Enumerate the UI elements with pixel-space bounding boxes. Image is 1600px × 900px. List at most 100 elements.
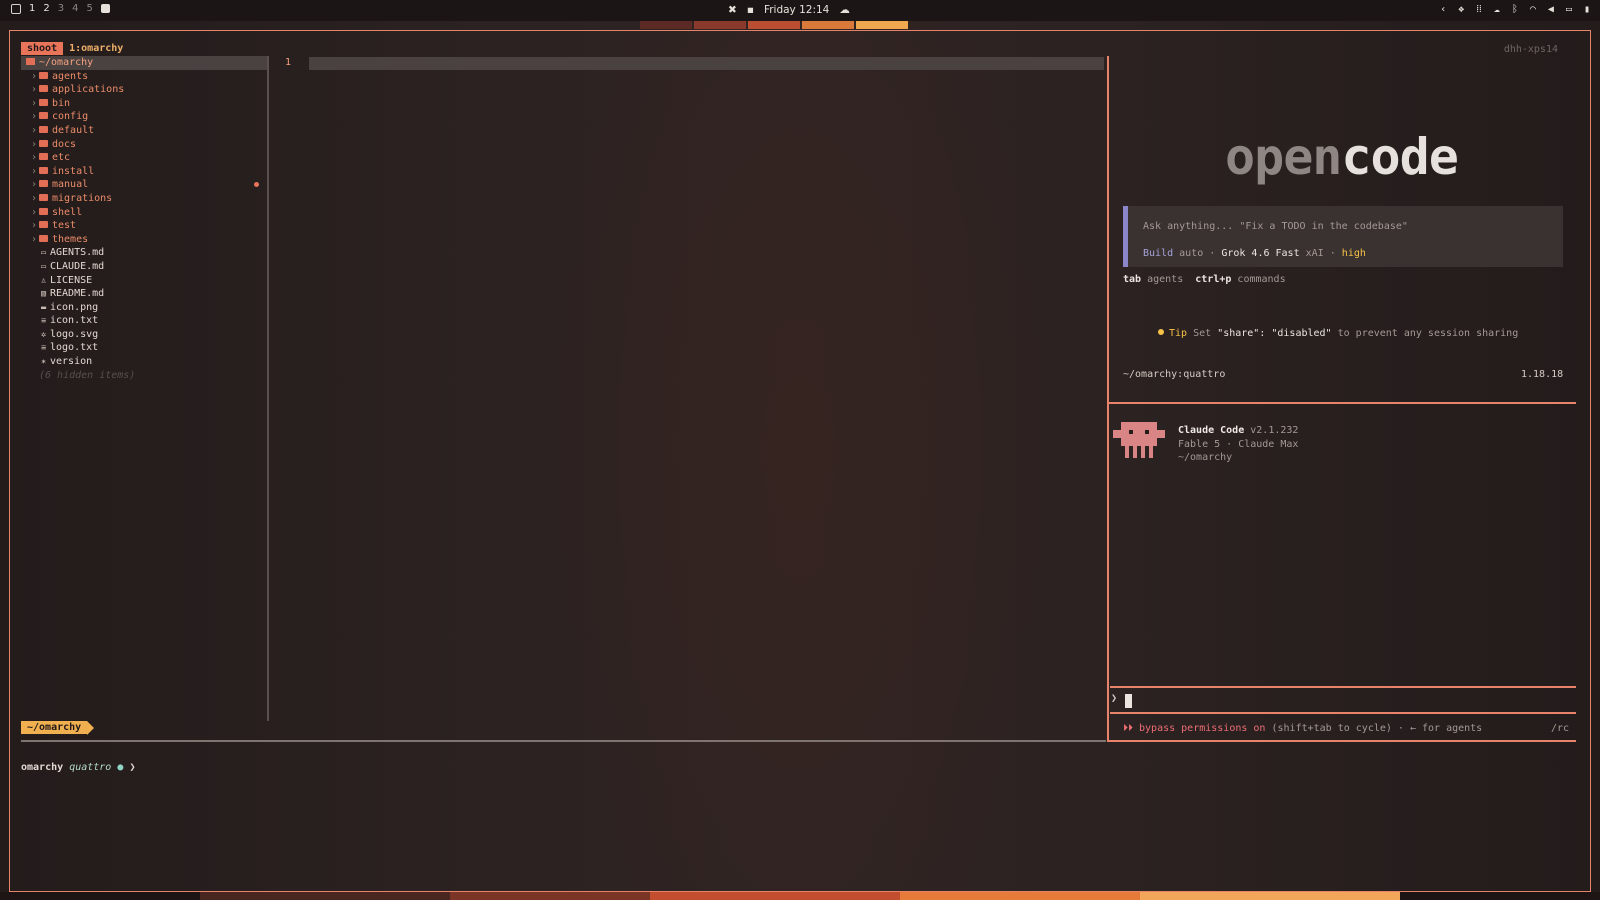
apps-grid-icon[interactable]: ⁞⁞ — [1476, 4, 1482, 15]
workspace-3[interactable]: 3 — [58, 3, 64, 14]
tree-dir-docs[interactable]: › docs — [21, 138, 267, 152]
bottom-accent — [0, 892, 1600, 900]
claude-input-cursor[interactable] — [1125, 694, 1132, 708]
tree-dir-config[interactable]: › config — [21, 110, 267, 124]
clock[interactable]: Friday 12:14 — [764, 4, 829, 16]
claude-prompt-arrow: ❯ — [1111, 693, 1118, 704]
workspace-4[interactable]: 4 — [72, 3, 78, 14]
top-bar: 1 2 3 4 5 ✖ ▪ Friday 12:14 ☁ ‹ ❖ ⁞⁞ ☁ ᛒ … — [0, 0, 1600, 21]
wifi-icon[interactable]: ◠ — [1530, 4, 1536, 15]
workspace-5[interactable]: 5 — [87, 3, 93, 14]
tip-dot-icon — [1158, 329, 1164, 335]
folder-icon — [39, 166, 48, 174]
chevron-right-icon: › — [30, 70, 38, 82]
tree-file[interactable]: ▬ icon.png — [21, 301, 267, 315]
tree-file[interactable]: ♙ LICENSE — [21, 274, 267, 288]
tree-root[interactable]: ~/omarchy — [21, 56, 267, 70]
volume-icon[interactable]: ◀ — [1548, 4, 1554, 15]
screen-record-icon[interactable]: ▪ — [747, 4, 754, 16]
svg-icon: ✲ — [40, 329, 47, 340]
color-accent-strip — [640, 21, 908, 29]
chevron-right-icon: › — [30, 165, 38, 177]
tree-file[interactable]: ≡ logo.txt — [21, 341, 267, 355]
tree-dir-agents[interactable]: › agents — [21, 70, 267, 84]
tree-file[interactable]: ✲ logo.svg — [21, 328, 267, 342]
workspace-active-icon — [100, 4, 110, 13]
markdown-icon: ▭ — [40, 261, 47, 272]
tree-file[interactable]: ▧ README.md — [21, 287, 267, 301]
chevron-right-icon: › — [30, 111, 38, 123]
text-icon: ≡ — [40, 343, 47, 354]
folder-icon — [39, 71, 48, 79]
chevron-right-icon: › — [30, 233, 38, 245]
opencode-cwd: ~/omarchy:quattro — [1123, 369, 1226, 380]
text-icon: ≡ — [40, 316, 47, 327]
opencode-logo: opencode — [1225, 128, 1459, 186]
bluetooth-icon[interactable]: ᛒ — [1512, 4, 1518, 15]
display-icon[interactable]: ▭ — [1566, 4, 1572, 15]
claude-header: Claude Code v2.1.232 Fable 5 · Claude Ma… — [1178, 425, 1299, 463]
prompt-branch: quattro — [69, 762, 112, 773]
tree-dir-etc[interactable]: › etc — [21, 151, 267, 165]
readme-icon: ▧ — [40, 289, 47, 300]
notification-off-icon[interactable]: ✖ — [728, 4, 737, 16]
chevron-right-icon: › — [30, 124, 38, 136]
chevron-right-icon: › — [30, 192, 38, 204]
cloud-icon[interactable]: ☁ — [1494, 4, 1500, 15]
hidden-items: (6 hidden items) — [39, 369, 136, 381]
tree-dir-test[interactable]: › test — [21, 219, 267, 233]
star-icon: ✶ — [40, 357, 47, 368]
modified-dot-icon — [254, 182, 259, 188]
tree-file[interactable]: ≡ icon.txt — [21, 314, 267, 328]
tmux-session[interactable]: shoot — [21, 42, 64, 55]
tree-dir-default[interactable]: › default — [21, 124, 267, 138]
tree-dir-shell[interactable]: › shell — [21, 206, 267, 220]
chevron-right-icon: › — [30, 179, 38, 191]
opencode-version: 1.18.18 — [1521, 369, 1564, 380]
claude-mascot-icon — [1113, 422, 1165, 458]
dropbox-icon[interactable]: ❖ — [1458, 4, 1464, 15]
line-number: 1 — [285, 57, 292, 68]
markdown-icon: ▭ — [40, 248, 47, 259]
pane-divider — [21, 740, 1106, 742]
tree-file[interactable]: ▭ CLAUDE.md — [21, 260, 267, 274]
ask-placeholder: Ask anything... "Fix a TODO in the codeb… — [1143, 221, 1408, 232]
tree-dir-themes[interactable]: › themes — [21, 233, 267, 247]
agent-meta: Build auto · Grok 4.6 Fast xAI · high — [1143, 248, 1366, 259]
tree-file[interactable]: ✶ version — [21, 355, 267, 369]
weather-icon[interactable]: ☁ — [839, 4, 850, 16]
tmux-status: shoot 1:omarchy — [21, 42, 123, 55]
tree-dir-applications[interactable]: › applications — [21, 83, 267, 97]
shell-prompt[interactable]: omarchy quattro ● ❯ — [21, 762, 135, 773]
opencode-input[interactable]: Ask anything... "Fix a TODO in the codeb… — [1123, 206, 1563, 267]
tree-file[interactable]: ▭ AGENTS.md — [21, 246, 267, 260]
folder-icon — [39, 139, 48, 147]
menu-icon[interactable] — [11, 3, 21, 14]
workspace-switcher: 1 2 3 4 5 — [11, 3, 110, 14]
input-bottom-border — [1110, 712, 1576, 714]
right-pane-bottom — [1108, 740, 1576, 742]
tree-dir-bin[interactable]: › bin — [21, 97, 267, 111]
tmux-window[interactable]: 1:omarchy — [69, 43, 123, 54]
folder-icon — [39, 153, 48, 161]
rc-command[interactable]: /rc — [1551, 723, 1569, 734]
folder-icon — [39, 180, 48, 188]
tree-dir-install[interactable]: › install — [21, 165, 267, 179]
prompt-user: omarchy — [21, 762, 64, 773]
claude-model: Fable 5 · Claude Max — [1178, 438, 1299, 450]
chevron-right-icon: › — [30, 152, 38, 164]
battery-icon[interactable]: ▮ — [1584, 4, 1590, 15]
workspace-2[interactable]: 2 — [43, 3, 49, 14]
chevron-right-icon: › — [30, 84, 38, 96]
workspace-1[interactable]: 1 — [29, 3, 35, 14]
license-icon: ♙ — [40, 275, 47, 286]
system-tray: ‹ ❖ ⁞⁞ ☁ ᛒ ◠ ◀ ▭ ▮ — [1440, 4, 1590, 15]
tray-expand-icon[interactable]: ‹ — [1440, 4, 1446, 15]
tree-dir-migrations[interactable]: › migrations — [21, 192, 267, 206]
chevron-right-icon: › — [30, 206, 38, 218]
image-icon: ▬ — [40, 302, 47, 313]
folder-icon — [39, 234, 48, 242]
editor-cursor-line[interactable] — [309, 57, 1104, 70]
input-top-border — [1110, 686, 1576, 688]
tree-dir-manual[interactable]: › manual — [21, 178, 267, 192]
